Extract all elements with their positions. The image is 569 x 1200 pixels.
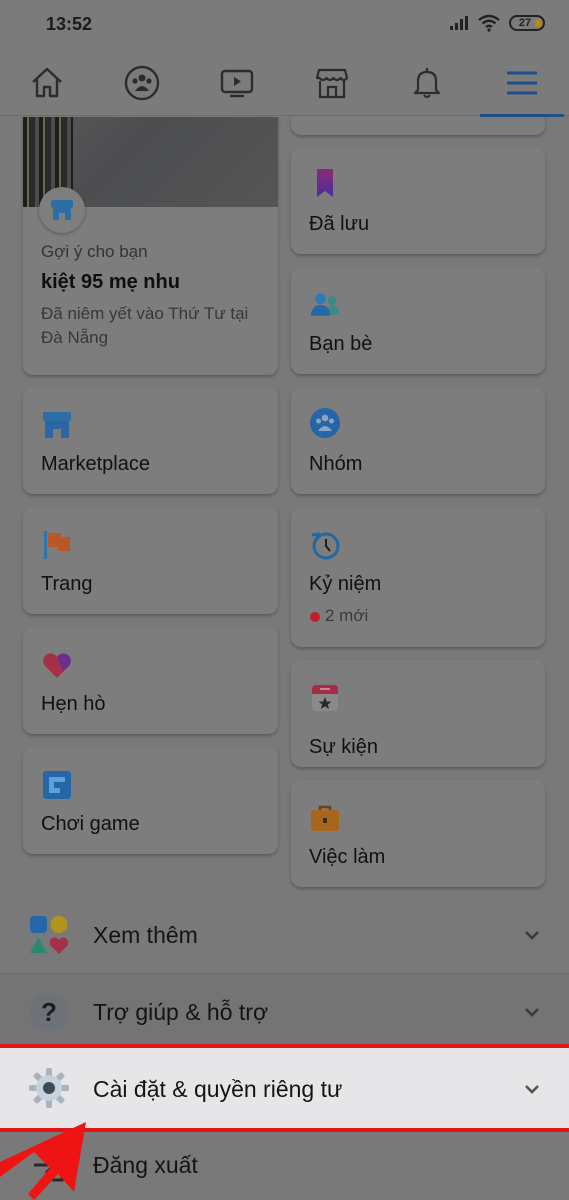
menu-row-label: Đăng xuất bbox=[93, 1151, 198, 1178]
heart-icon bbox=[43, 653, 71, 678]
calendar-icon bbox=[312, 685, 338, 711]
shortcut-jobs[interactable]: Việc làm bbox=[291, 780, 545, 887]
listing-subtitle: Đã niêm yết vào Thứ Tư tại Đà Nẵng bbox=[41, 304, 249, 347]
help-icon: ? bbox=[30, 993, 68, 1031]
shortcut-events[interactable]: Sự kiện bbox=[291, 660, 545, 767]
status-bar: 13:52 27 bbox=[0, 0, 569, 50]
menu-row-see-more[interactable]: Xem thêm bbox=[0, 897, 569, 973]
shortcut-marketplace[interactable]: Marketplace bbox=[23, 387, 278, 494]
menu-content: Gợi ý cho bạn kiệt 95 mẹ nhu Đã niêm yết… bbox=[0, 117, 569, 1200]
battery-level: 27 bbox=[518, 17, 532, 29]
menu-row-label: Trợ giúp & hỗ trợ bbox=[93, 998, 269, 1025]
shortcut-label: Sự kiện bbox=[309, 736, 378, 758]
home-icon bbox=[32, 67, 63, 97]
hamburger-icon bbox=[506, 71, 537, 94]
shortcut-friends[interactable]: Bạn bè bbox=[291, 267, 545, 374]
status-time: 13:52 bbox=[46, 14, 93, 34]
top-nav bbox=[0, 50, 569, 117]
shortcut-label: Đã lưu bbox=[309, 213, 370, 235]
marketplace-badge bbox=[39, 187, 85, 233]
gaming-icon bbox=[43, 771, 71, 799]
status-icons: 27 bbox=[449, 14, 545, 32]
shortcut-label: Việc làm bbox=[309, 846, 386, 868]
bookmark-icon bbox=[317, 169, 333, 197]
wifi-icon bbox=[478, 14, 500, 32]
menu-row-label: Xem thêm bbox=[93, 921, 198, 948]
store-icon bbox=[51, 200, 73, 220]
friends-icon bbox=[310, 293, 340, 316]
shortcut-label: Trang bbox=[41, 573, 93, 595]
see-more-icon bbox=[30, 916, 69, 954]
tab-groups[interactable] bbox=[112, 53, 172, 113]
shortcut-saved[interactable]: Đã lưu bbox=[291, 147, 545, 254]
store-icon bbox=[315, 68, 348, 98]
groups-icon bbox=[125, 65, 160, 100]
listing-kicker: Gợi ý cho bạn bbox=[41, 242, 148, 261]
annotation-arrow bbox=[0, 1122, 86, 1200]
shortcut-label: Nhóm bbox=[309, 453, 363, 475]
battery-icon: 27 bbox=[509, 15, 545, 31]
groups-icon bbox=[310, 408, 340, 438]
briefcase-icon bbox=[311, 805, 339, 831]
tab-marketplace[interactable] bbox=[302, 53, 362, 113]
shortcut-label: Bạn bè bbox=[309, 333, 373, 355]
tab-home[interactable] bbox=[17, 53, 77, 113]
flag-icon bbox=[44, 531, 70, 559]
menu-row-help[interactable]: ? Trợ giúp & hỗ trợ bbox=[0, 974, 569, 1050]
bell-icon bbox=[413, 67, 440, 98]
gear-icon bbox=[29, 1068, 69, 1108]
shortcut-label: Marketplace bbox=[41, 453, 150, 475]
shortcut-label: Chơi game bbox=[41, 813, 140, 835]
menu-row-label: Cài đặt & quyền riêng tư bbox=[93, 1076, 343, 1102]
tab-watch[interactable] bbox=[207, 53, 267, 113]
signal-icon bbox=[450, 16, 468, 30]
chevron-down-icon bbox=[525, 931, 539, 940]
shortcut-label: Kỷ niệm bbox=[309, 573, 382, 595]
listing-title: kiệt 95 mẹ nhu bbox=[41, 271, 180, 293]
shortcut-gaming[interactable]: Chơi game bbox=[23, 747, 278, 854]
shortcut-groups[interactable]: Nhóm bbox=[291, 387, 545, 494]
video-icon bbox=[220, 69, 254, 97]
memories-badge: 2 mới bbox=[325, 606, 369, 625]
featured-listing-card[interactable]: Gợi ý cho bạn kiệt 95 mẹ nhu Đã niêm yết… bbox=[23, 117, 278, 375]
menu-row-settings[interactable]: Cài đặt & quyền riêng tư bbox=[0, 1044, 569, 1132]
store-icon bbox=[43, 412, 71, 438]
shortcut-pages[interactable]: Trang bbox=[23, 507, 278, 614]
badge-dot bbox=[310, 612, 320, 622]
memories-icon bbox=[311, 532, 340, 560]
shortcut-dating[interactable]: Hẹn hò bbox=[23, 627, 278, 734]
svg-text:?: ? bbox=[41, 997, 57, 1027]
shortcut-label: Hẹn hò bbox=[41, 693, 106, 715]
chevron-down-icon bbox=[525, 1085, 539, 1094]
tab-menu[interactable] bbox=[479, 53, 564, 117]
shortcut-memories[interactable]: Kỷ niệm 2 mới bbox=[291, 507, 545, 647]
tab-notifications[interactable] bbox=[397, 53, 457, 113]
chevron-down-icon bbox=[525, 1008, 539, 1017]
partial-shortcut-card[interactable] bbox=[291, 117, 545, 135]
